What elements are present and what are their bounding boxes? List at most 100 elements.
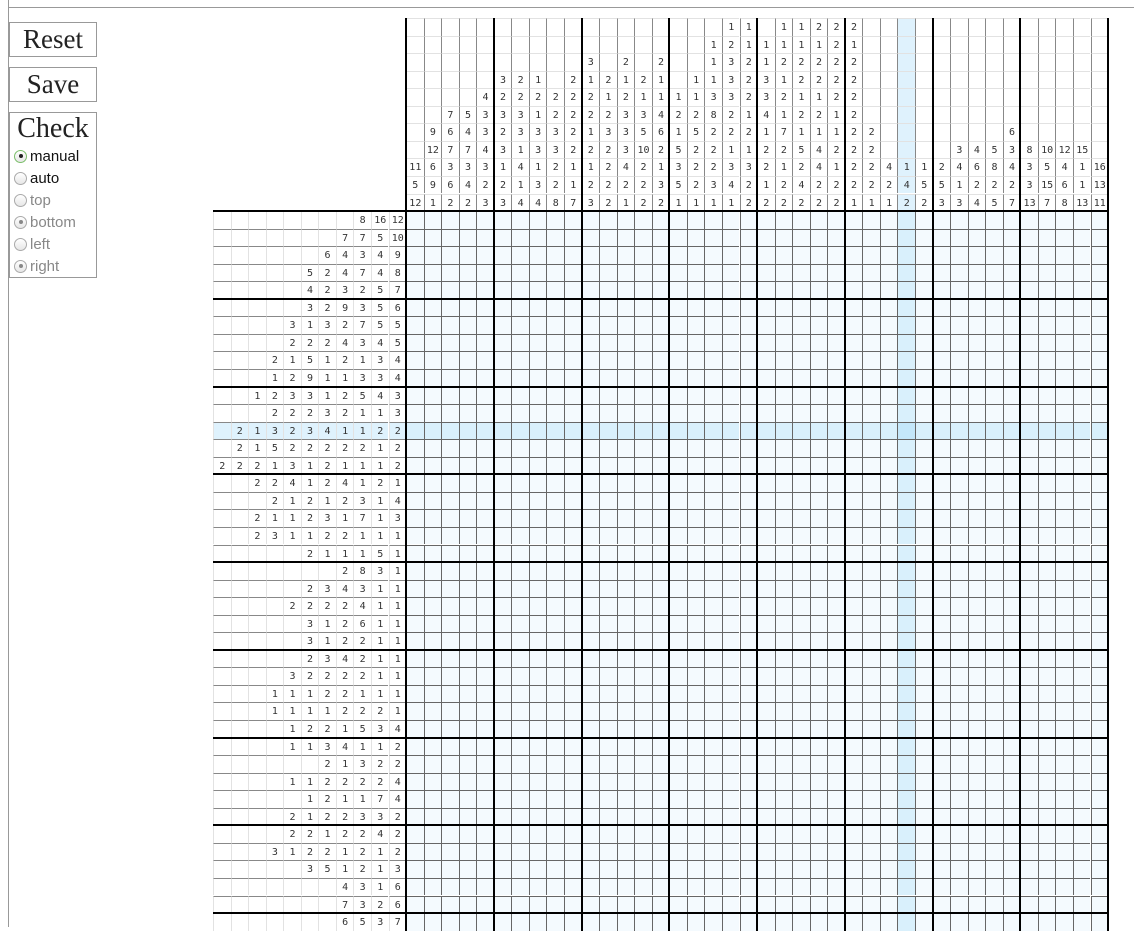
grid-cell[interactable] xyxy=(757,790,775,808)
grid-cell[interactable] xyxy=(1090,755,1109,773)
grid-cell[interactable] xyxy=(879,632,898,650)
grid-cell[interactable] xyxy=(616,772,635,791)
grid-cell[interactable] xyxy=(774,790,793,808)
grid-cell[interactable] xyxy=(1037,263,1056,282)
grid-cell[interactable] xyxy=(879,860,898,878)
grid-cell[interactable] xyxy=(564,333,582,352)
grid-cell[interactable] xyxy=(862,491,880,510)
grid-cell[interactable] xyxy=(581,684,600,703)
grid-cell[interactable] xyxy=(686,211,705,229)
grid-cell[interactable] xyxy=(985,509,1003,527)
grid-cell[interactable] xyxy=(827,895,845,914)
grid-cell[interactable] xyxy=(634,544,652,563)
grid-cell[interactable] xyxy=(1002,667,1021,685)
grid-cell[interactable] xyxy=(493,491,512,510)
grid-cell[interactable] xyxy=(441,474,459,492)
grid-cell[interactable] xyxy=(932,281,951,299)
grid-cell[interactable] xyxy=(476,351,494,369)
grid-cell[interactable] xyxy=(739,614,758,633)
grid-cell[interactable] xyxy=(634,526,652,545)
grid-cell[interactable] xyxy=(669,369,687,387)
grid-cell[interactable] xyxy=(915,211,933,229)
grid-cell[interactable] xyxy=(634,772,652,791)
grid-cell[interactable] xyxy=(493,439,512,457)
grid-cell[interactable] xyxy=(651,684,670,703)
grid-cell[interactable] xyxy=(879,562,898,580)
grid-cell[interactable] xyxy=(1090,562,1109,580)
grid-cell[interactable] xyxy=(616,491,635,510)
grid-cell[interactable] xyxy=(792,474,810,492)
grid-cell[interactable] xyxy=(721,351,740,369)
grid-cell[interactable] xyxy=(915,649,933,668)
grid-cell[interactable] xyxy=(792,737,810,756)
grid-cell[interactable] xyxy=(915,421,933,440)
grid-cell[interactable] xyxy=(493,632,512,650)
grid-cell[interactable] xyxy=(441,684,459,703)
grid-cell[interactable] xyxy=(704,263,722,282)
grid-cell[interactable] xyxy=(967,684,986,703)
grid-cell[interactable] xyxy=(1037,404,1056,422)
grid-cell[interactable] xyxy=(686,667,705,685)
grid-cell[interactable] xyxy=(844,667,863,685)
grid-cell[interactable] xyxy=(651,456,670,475)
grid-cell[interactable] xyxy=(915,526,933,545)
grid-cell[interactable] xyxy=(423,404,442,422)
grid-cell[interactable] xyxy=(686,790,705,808)
grid-cell[interactable] xyxy=(581,772,600,791)
grid-cell[interactable] xyxy=(458,842,477,861)
grid-cell[interactable] xyxy=(739,316,758,334)
grid-cell[interactable] xyxy=(686,614,705,633)
grid-cell[interactable] xyxy=(879,579,898,598)
grid-cell[interactable] xyxy=(511,825,529,843)
grid-cell[interactable] xyxy=(423,369,442,387)
grid-cell[interactable] xyxy=(704,632,722,650)
grid-cell[interactable] xyxy=(932,228,951,247)
grid-cell[interactable] xyxy=(915,877,933,896)
grid-cell[interactable] xyxy=(1090,526,1109,545)
grid-cell[interactable] xyxy=(1072,351,1091,369)
grid-cell[interactable] xyxy=(757,860,775,878)
grid-cell[interactable] xyxy=(932,667,951,685)
grid-cell[interactable] xyxy=(704,491,722,510)
grid-cell[interactable] xyxy=(528,579,547,598)
grid-cell[interactable] xyxy=(809,579,828,598)
grid-cell[interactable] xyxy=(581,913,600,931)
grid-cell[interactable] xyxy=(809,333,828,352)
grid-cell[interactable] xyxy=(844,404,863,422)
grid-cell[interactable] xyxy=(985,684,1003,703)
grid-cell[interactable] xyxy=(757,895,775,914)
grid-cell[interactable] xyxy=(721,404,740,422)
grid-cell[interactable] xyxy=(950,614,968,633)
grid-cell[interactable] xyxy=(774,597,793,615)
grid-cell[interactable] xyxy=(406,351,424,369)
grid-cell[interactable] xyxy=(1002,737,1021,756)
grid-cell[interactable] xyxy=(581,579,600,598)
grid-cell[interactable] xyxy=(1037,562,1056,580)
grid-cell[interactable] xyxy=(844,597,863,615)
grid-cell[interactable] xyxy=(423,667,442,685)
grid-cell[interactable] xyxy=(1037,421,1056,440)
grid-cell[interactable] xyxy=(897,684,915,703)
grid-cell[interactable] xyxy=(792,807,810,826)
grid-cell[interactable] xyxy=(774,281,793,299)
grid-cell[interactable] xyxy=(686,720,705,738)
grid-cell[interactable] xyxy=(669,281,687,299)
grid-cell[interactable] xyxy=(651,281,670,299)
grid-cell[interactable] xyxy=(985,298,1003,317)
grid-cell[interactable] xyxy=(757,562,775,580)
grid-cell[interactable] xyxy=(528,877,547,896)
grid-cell[interactable] xyxy=(441,877,459,896)
grid-cell[interactable] xyxy=(581,702,600,720)
grid-cell[interactable] xyxy=(1090,439,1109,457)
grid-cell[interactable] xyxy=(476,649,494,668)
grid-cell[interactable] xyxy=(915,684,933,703)
grid-cell[interactable] xyxy=(967,807,986,826)
grid-cell[interactable] xyxy=(915,597,933,615)
grid-cell[interactable] xyxy=(967,720,986,738)
grid-cell[interactable] xyxy=(1037,702,1056,720)
grid-cell[interactable] xyxy=(915,790,933,808)
grid-cell[interactable] xyxy=(599,421,617,440)
grid-cell[interactable] xyxy=(651,369,670,387)
grid-cell[interactable] xyxy=(827,842,845,861)
grid-cell[interactable] xyxy=(827,386,845,405)
